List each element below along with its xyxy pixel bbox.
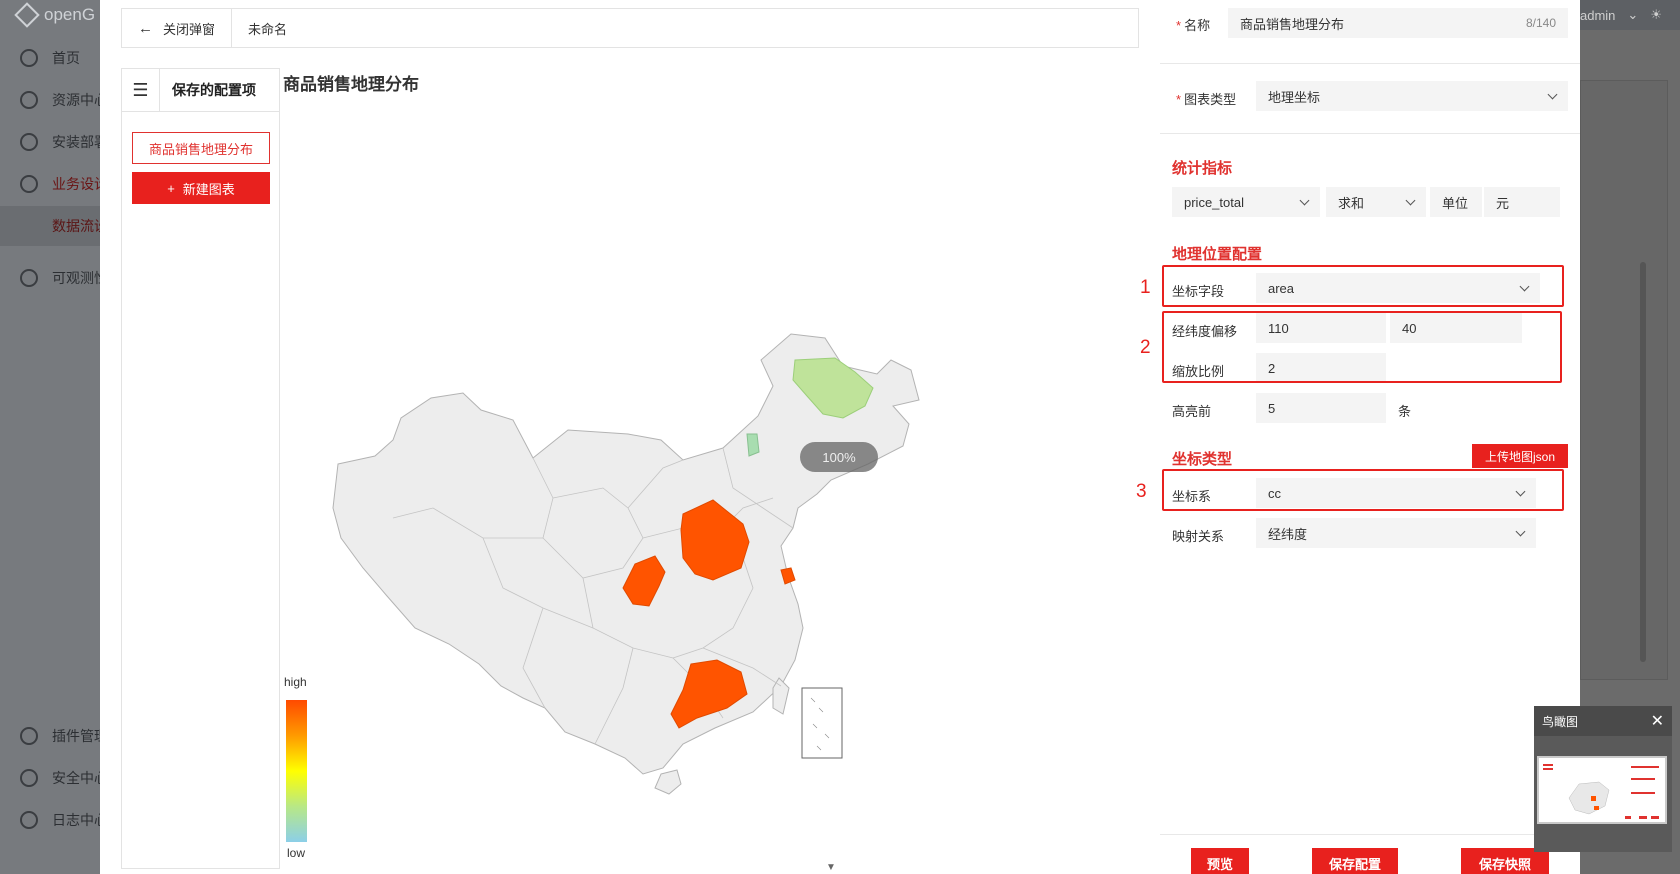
chevron-down-icon[interactable]: ▼ [821,862,841,873]
metric-field-value: price_total [1184,194,1244,210]
gear-icon [20,175,38,193]
birdseye-title: 鸟瞰图 [1542,714,1579,729]
unit-label-box: 单位 [1430,187,1482,217]
annotation-box-1 [1162,265,1564,307]
close-modal-label: 关闭弹窗 [163,21,216,37]
annotation-box-3 [1162,469,1564,511]
nav-item-security[interactable]: 安全中心 [0,758,100,798]
preview-button[interactable]: 预览 [1191,848,1249,874]
legend-low-label: low [287,846,306,860]
sun-icon[interactable]: ☀ [1650,7,1662,23]
name-input[interactable]: 商品销售地理分布 8/140 [1228,8,1568,38]
mapping-label: 映射关系 [1172,529,1225,544]
name-value: 商品销售地理分布 [1240,16,1345,32]
chart-type-value: 地理坐标 [1268,89,1321,105]
new-chart-label: 新建图表 [182,181,235,197]
metric-section-title: 统计指标 [1172,160,1233,177]
config-panel [1160,0,1580,874]
nav-item-install[interactable]: 安装部署 [0,122,100,162]
top-n-label: 高亮前 [1172,404,1212,419]
background-right-card [1580,80,1668,680]
app-logo: openG [14,0,96,30]
shield-icon [20,769,38,787]
south-china-sea-islands [810,697,830,751]
close-icon[interactable]: ✕ [1651,711,1664,731]
metric-field-select[interactable]: price_total [1172,187,1320,217]
logo-text: openG [44,5,96,24]
chevron-down-icon [1299,195,1310,205]
annotation-number-1: 1 [1140,277,1151,298]
chevron-down-icon [1405,195,1416,205]
plugin-icon [20,727,38,745]
document-name: 未命名 [248,21,288,37]
birdseye-thumbnail [1543,764,1659,819]
visual-map-bar[interactable] [286,700,307,842]
chevron-down-icon [1515,526,1526,536]
chart-type-label: * 图表类型 [1176,92,1237,107]
close-modal-button[interactable]: ← 关闭弹窗 [122,9,233,47]
user-menu[interactable]: admin ⌄ ☀ [1580,0,1680,30]
annotation-number-3: 3 [1136,481,1147,502]
name-label: * 名称 [1176,18,1211,33]
saved-config-panel: ☰ 保存的配置项 商品销售地理分布 + 新建图表 [121,68,280,869]
annotation-box-2 [1162,311,1562,383]
top-n-unit: 条 [1398,404,1412,419]
unit-input[interactable]: 元 [1484,187,1560,217]
logo-icon [14,2,40,28]
home-icon [20,49,38,67]
metric-agg-value: 求和 [1338,195,1365,211]
zoom-indicator: 100% [800,442,878,472]
coord-type-section-title: 坐标类型 [1172,451,1233,468]
saved-config-title: 保存的配置项 [172,82,256,98]
nav-item-resources[interactable]: 资源中心 [0,80,100,120]
chevron-down-icon: ⌄ [1627,7,1639,22]
metric-agg-select[interactable]: 求和 [1326,187,1426,217]
resource-icon [20,91,38,109]
map-outline-taiwan [772,677,790,715]
gear-icon [20,133,38,151]
chevron-down-icon [1547,89,1558,99]
user-name: admin [1580,7,1616,23]
saved-config-item[interactable]: 商品销售地理分布 [132,132,270,164]
mapping-value: 经纬度 [1268,526,1308,542]
birdseye-header: 鸟瞰图 ✕ [1534,706,1672,736]
nav-item-home[interactable]: 首页 [0,38,100,78]
new-chart-button[interactable]: + 新建图表 [132,172,270,204]
birdseye-panel: 鸟瞰图 ✕ [1534,706,1672,852]
nav-item-dataflow[interactable]: 数据流设 [0,206,100,246]
birdseye-viewport[interactable] [1537,756,1667,824]
upload-map-json-button[interactable]: 上传地图json [1472,444,1568,468]
saved-config-header: ☰ 保存的配置项 [122,69,279,112]
divider [1160,834,1580,835]
geo-section-title: 地理位置配置 [1172,246,1263,263]
top-n-input[interactable]: 5 [1256,393,1386,423]
gear-icon [20,269,38,287]
nav-item-logs[interactable]: 日志中心 [0,800,100,840]
nav-item-observability[interactable]: 可观测性 [0,258,100,298]
legend-high-label: high [284,675,307,689]
region-tianjin[interactable] [746,433,760,457]
mapping-select[interactable]: 经纬度 [1256,518,1536,548]
nav-item-business[interactable]: 业务设计 [0,164,100,204]
annotation-number-2: 2 [1140,337,1151,358]
south-china-sea-inset [801,687,843,759]
log-icon [20,811,38,829]
arrow-left-icon: ← [138,19,153,37]
divider [1160,63,1580,64]
divider [1160,133,1580,134]
chart-type-select[interactable]: 地理坐标 [1256,81,1568,111]
china-map[interactable] [283,68,1139,869]
map-outline-hainan [654,769,682,795]
name-char-count: 8/140 [1525,16,1556,30]
nav-item-plugins[interactable]: 插件管理 [0,716,100,756]
collapse-menu-icon[interactable]: ☰ [122,69,160,111]
save-config-button[interactable]: 保存配置 [1312,848,1398,874]
modal-topbar: ← 关闭弹窗 未命名 [121,8,1139,48]
background-scrollbar[interactable] [1640,262,1646,662]
plus-icon: + [167,180,175,196]
